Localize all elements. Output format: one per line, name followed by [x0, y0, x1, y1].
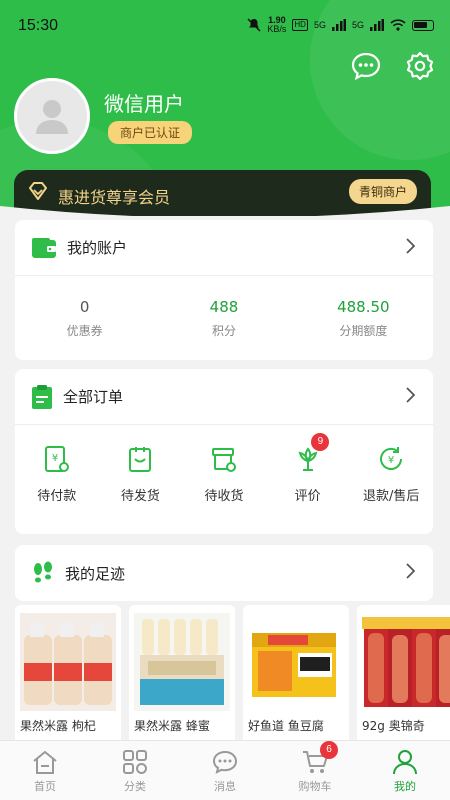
- speed-unit: KB/s: [267, 24, 287, 34]
- stat-installment-credit[interactable]: 488.50 分期额度: [294, 298, 433, 339]
- account-card: 我的账户 0 优惠券 488 积分 488.50 分期额度: [15, 220, 433, 360]
- avatar[interactable]: [14, 78, 90, 154]
- merchant-verified-badge: 商户已认证: [108, 121, 193, 144]
- tab-category[interactable]: 分类: [90, 741, 180, 800]
- tab-label: 我的: [394, 780, 416, 793]
- order-pending-payment[interactable]: ¥ 待付款: [15, 443, 99, 504]
- product-card[interactable]: 果然米露 蜂蜜: [129, 605, 235, 745]
- chat-icon[interactable]: [350, 50, 382, 82]
- product-card[interactable]: 好鱼道 鱼豆腐: [243, 605, 349, 745]
- chevron-right-icon: [406, 563, 415, 579]
- cart-count-badge: 6: [320, 741, 338, 759]
- order-pending-review[interactable]: 9 评价: [266, 433, 350, 504]
- order-status-row: ¥ 待付款 待发货 待收货 9 评价 ¥ 退款/售后: [15, 425, 433, 504]
- header-actions: [350, 50, 436, 82]
- tab-home[interactable]: 首页: [0, 741, 90, 800]
- category-icon: [123, 750, 147, 774]
- svg-text:¥: ¥: [388, 455, 394, 466]
- home-icon: [33, 750, 57, 774]
- receive-icon: [211, 448, 236, 472]
- tab-label: 购物车: [298, 780, 332, 793]
- message-icon: [212, 750, 238, 774]
- stat-value: 488.50: [337, 297, 390, 316]
- product-card[interactable]: 果然米露 枸杞: [15, 605, 121, 745]
- tab-label: 分类: [124, 780, 146, 793]
- bottom-tab-bar: 首页 分类 消息 6 购物车 我的: [0, 740, 450, 800]
- orders-card: 全部订单 ¥ 待付款 待发货 待收货 9 评价 ¥ 退款/售后: [15, 369, 433, 534]
- status-bar: 15:30 1.90 KB/s HD 5G 5G: [0, 0, 450, 50]
- order-pending-shipment[interactable]: 待发货: [99, 443, 183, 504]
- profile-icon: [393, 750, 417, 775]
- tab-messages[interactable]: 消息: [180, 741, 270, 800]
- stat-points[interactable]: 488 积分: [154, 298, 293, 339]
- order-pending-receipt[interactable]: 待收货: [182, 443, 266, 504]
- signal-icon: [370, 19, 384, 31]
- stat-label: 优惠券: [66, 323, 103, 338]
- username: 微信用户: [104, 92, 184, 116]
- footprint-header[interactable]: 我的足迹: [15, 545, 433, 601]
- tab-profile[interactable]: 我的: [360, 741, 450, 800]
- product-name: 果然米露 蜂蜜: [134, 719, 210, 733]
- user-silhouette-icon: [36, 100, 68, 134]
- network-speed: 1.90 KB/s: [267, 16, 286, 34]
- battery-icon: [412, 19, 434, 31]
- product-image-milk-bottles: [20, 613, 116, 711]
- chevron-right-icon: [406, 238, 415, 254]
- hd-indicator: HD: [292, 19, 308, 31]
- account-title: 我的账户: [67, 239, 128, 257]
- account-stats: 0 优惠券 488 积分 488.50 分期额度: [15, 276, 433, 360]
- product-image-sausage-pack: [362, 613, 450, 711]
- svg-text:¥: ¥: [52, 453, 58, 464]
- status-icons: 1.90 KB/s HD 5G 5G: [247, 16, 434, 34]
- shipping-icon: [129, 447, 152, 472]
- chevron-right-icon: [406, 387, 415, 403]
- stat-value: 0: [79, 297, 90, 316]
- footprint-title: 我的足迹: [65, 564, 126, 583]
- payment-icon: ¥: [44, 446, 69, 472]
- mute-icon: [247, 18, 261, 32]
- footprint-section: 我的足迹 果然米露 枸杞 果然米露 蜂蜜 好鱼道 鱼豆腐 92g 奥锦奇: [15, 545, 450, 745]
- product-image-fish-tofu-box: [248, 613, 344, 711]
- wallet-icon: [32, 237, 56, 258]
- product-card[interactable]: 92g 奥锦奇: [357, 605, 450, 745]
- stat-label: 积分: [211, 323, 236, 338]
- order-status-label: 退款/售后: [362, 489, 420, 504]
- tab-label: 消息: [214, 780, 236, 793]
- status-time: 15:30: [18, 17, 59, 34]
- footprint-products: 果然米露 枸杞 果然米露 蜂蜜 好鱼道 鱼豆腐 92g 奥锦奇: [15, 605, 450, 745]
- order-clipboard-icon: [32, 384, 52, 409]
- account-header[interactable]: 我的账户: [15, 220, 433, 276]
- product-name: 好鱼道 鱼豆腐: [248, 719, 324, 733]
- refund-icon: ¥: [380, 447, 403, 470]
- stat-label: 分期额度: [339, 323, 388, 338]
- order-status-label: 评价: [294, 489, 321, 504]
- product-name: 果然米露 枸杞: [20, 719, 96, 733]
- tab-label: 首页: [34, 780, 56, 793]
- order-status-label: 待发货: [120, 489, 160, 504]
- settings-gear-icon[interactable]: [404, 50, 436, 82]
- signal-5g-label: 5G: [351, 20, 364, 30]
- order-refund[interactable]: ¥ 退款/售后: [349, 443, 433, 504]
- wifi-icon: [390, 19, 406, 31]
- orders-title: 全部订单: [63, 388, 124, 406]
- stat-coupons[interactable]: 0 优惠券: [15, 298, 154, 339]
- stat-value: 488: [209, 297, 239, 316]
- tab-cart[interactable]: 6 购物车: [270, 741, 360, 800]
- signal-5g-label: 5G: [313, 20, 326, 30]
- footprint-icon: [34, 561, 52, 583]
- product-name: 92g 奥锦奇: [362, 719, 425, 733]
- signal-icon: [331, 19, 346, 31]
- orders-header[interactable]: 全部订单: [15, 369, 433, 425]
- order-status-label: 待付款: [37, 489, 77, 504]
- product-image-rice-drink-box: [134, 613, 230, 711]
- order-status-label: 待收货: [204, 489, 244, 504]
